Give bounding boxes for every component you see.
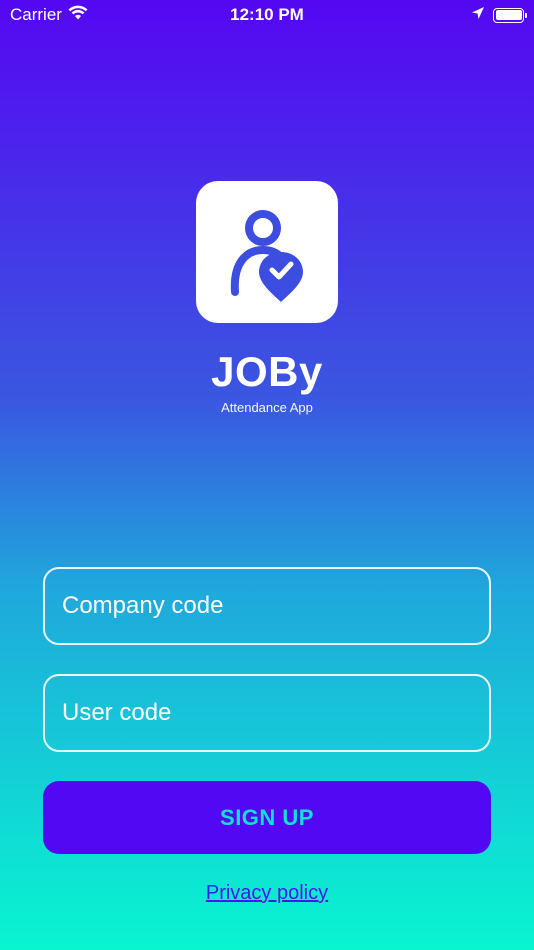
wifi-icon: [68, 5, 88, 25]
battery-fill: [495, 10, 522, 20]
user-code-input[interactable]: [43, 674, 491, 752]
battery-icon: [493, 7, 527, 23]
status-left: Carrier: [10, 5, 88, 25]
person-location-check-icon: [230, 210, 303, 302]
status-right: [471, 5, 527, 25]
company-code-input[interactable]: [43, 567, 491, 645]
app-name: JOBy: [211, 348, 323, 395]
sign-up-button[interactable]: SIGN UP: [43, 781, 491, 854]
app-logo: [196, 181, 338, 323]
location-arrow-icon: [471, 5, 485, 25]
carrier-label: Carrier: [10, 5, 62, 24]
privacy-policy-link[interactable]: Privacy policy: [0, 882, 534, 905]
app-tagline: Attendance App: [221, 400, 313, 415]
status-bar: Carrier 12:10 PM: [0, 0, 534, 30]
